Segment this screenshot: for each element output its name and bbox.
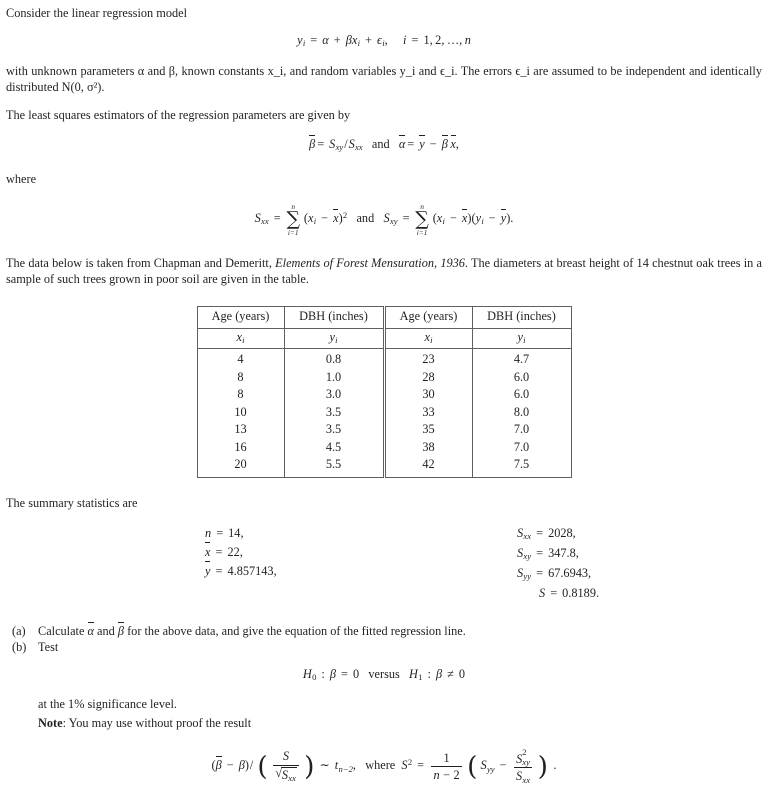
cell-age-right: 42 xyxy=(384,456,473,478)
summary-intro: The summary statistics are xyxy=(6,495,138,510)
significance-text: at the 1% significance level. xyxy=(38,696,177,711)
data-source-text-1: The data below is taken from Chapman and… xyxy=(6,256,276,271)
cell-age-left: 20 xyxy=(197,456,285,478)
cell-dbh-left: 5.5 xyxy=(284,456,386,478)
stat-n-value: 14, xyxy=(228,525,244,540)
stat-ybar: y = 4.857143, xyxy=(205,561,493,581)
col-symbol-x-2: xi xyxy=(384,328,473,350)
parameters-paragraph: with unknown parameters α and β, known c… xyxy=(0,64,768,96)
col-symbol-x-1: xi xyxy=(197,328,285,350)
cell-dbh-left: 3.0 xyxy=(284,386,386,404)
question-a: (a) Calculate α and β for the above data… xyxy=(6,621,762,639)
col-header-dbh-1: DBH (inches) xyxy=(284,306,386,329)
table-header-row: Age (years) DBH (inches) Age (years) DBH… xyxy=(197,306,571,329)
table-row: 13 3.5 35 7.0 xyxy=(197,421,571,439)
cell-dbh-left: 0.8 xyxy=(284,348,386,369)
questions-list: (a) Calculate α and β for the above data… xyxy=(0,621,768,656)
cell-age-right: 28 xyxy=(384,368,473,387)
table-row: 10 3.5 33 8.0 xyxy=(197,403,571,422)
cell-dbh-left: 3.5 xyxy=(284,421,386,439)
cell-dbh-right: 7.5 xyxy=(513,457,530,472)
stat-sxy: Sxy = 347.8, xyxy=(517,545,579,561)
summary-left-column: n = 14, x = 22, y = 4.857143, xyxy=(0,524,493,603)
cell-age-right: 35 xyxy=(384,421,473,439)
table-row: 16 4.5 38 7.0 xyxy=(197,438,571,457)
stat-xbar-value: 22, xyxy=(227,544,243,559)
hypotheses-equation: H0 : β = 0 versus H1 : β ≠ 0 xyxy=(302,666,466,683)
stat-s-value: 0.8189. xyxy=(562,585,600,600)
col-header-age-2: Age (years) xyxy=(384,306,473,329)
note-text: : You may use without proof the result xyxy=(62,716,252,731)
question-a-text: Calculate α and β for the above data, an… xyxy=(38,621,466,638)
stat-syy-value: 67.6943, xyxy=(548,565,592,580)
data-source-paragraph: The data below is taken from Chapman and… xyxy=(0,256,768,288)
cell-age-left: 8 xyxy=(197,368,285,387)
note-line: Note: You may use without proof the resu… xyxy=(0,715,768,732)
summary-statistics: n = 14, x = 22, y = 4.857143, Sxx = 2028… xyxy=(0,524,768,603)
stat-sxx: Sxx = 2028, xyxy=(517,525,576,541)
summary-right-column: Sxx = 2028, Sxy = 347.8, Syy = 67.6943, … xyxy=(493,524,599,603)
cell-dbh-right: 8.0 xyxy=(513,404,530,419)
stat-s: S = 0.8189. xyxy=(539,585,600,600)
table-row: 8 1.0 28 6.0 xyxy=(197,368,571,387)
table-symbol-row: xi yi xi yi xyxy=(197,328,571,350)
significance-line: at the 1% significance level. xyxy=(0,696,768,713)
question-b: (b) Test xyxy=(6,639,762,655)
intro-paragraph: Consider the linear regression model xyxy=(6,6,187,20)
where-label: where xyxy=(6,171,37,186)
cell-dbh-left: 1.0 xyxy=(284,368,386,387)
sums-equation: Sxx = n ∑ i=1 (xi − x)2 and Sxy = n ∑ i=1 (x… xyxy=(254,201,514,237)
result-formula: (β − β)/ ( S Sxx ) ∼ tn−2, where S2 = 1 … xyxy=(0,747,768,785)
col-header-age-1: Age (years) xyxy=(197,306,285,329)
data-source-citation: Elements of Forest Mensuration, 1936 xyxy=(275,256,465,271)
stat-sxy-value: 347.8, xyxy=(548,545,579,560)
stat-ybar-value: 4.857143, xyxy=(227,564,277,579)
table-row: 4 0.8 23 4.7 xyxy=(197,348,571,369)
estimators-equation: β = Sxy/Sxx and α = y − β x, xyxy=(309,134,459,153)
parameters-text: with unknown parameters α and β, known c… xyxy=(6,64,762,94)
data-table-container: Age (years) DBH (inches) Age (years) DBH… xyxy=(0,306,768,478)
stat-n: n = 14, xyxy=(205,525,244,540)
model-equation: yi = α + βxi + ϵi, i = 1, 2, …, n xyxy=(297,32,471,49)
cell-age-left: 10 xyxy=(197,403,285,422)
cell-age-right: 30 xyxy=(384,386,473,404)
table-body: 4 0.8 23 4.7 8 1.0 28 6.0 8 3.0 30 6.0 1… xyxy=(197,348,571,478)
cell-age-right: 38 xyxy=(384,438,473,457)
cell-age-left: 16 xyxy=(197,438,285,457)
table-row: 8 3.0 30 6.0 xyxy=(197,386,571,404)
cell-dbh-left: 3.5 xyxy=(284,403,386,422)
table-row: 20 5.5 42 7.5 xyxy=(197,456,571,478)
cell-age-left: 4 xyxy=(197,348,285,369)
question-b-text: Test xyxy=(38,640,59,655)
cell-age-left: 8 xyxy=(197,386,285,404)
cell-dbh-right: 6.0 xyxy=(513,369,530,384)
cell-age-right: 23 xyxy=(384,348,473,369)
col-header-dbh-2: DBH (inches) xyxy=(472,306,571,329)
note-label: Note xyxy=(38,716,63,731)
document-page: Consider the linear regression model yi … xyxy=(0,0,768,785)
col-symbol-y-2: yi xyxy=(472,328,571,350)
cell-dbh-right: 7.0 xyxy=(513,439,530,454)
cell-dbh-left: 4.5 xyxy=(284,438,386,457)
cell-dbh-right: 6.0 xyxy=(513,387,530,402)
stat-xbar: x = 22, xyxy=(205,541,493,562)
cell-age-left: 13 xyxy=(197,421,285,439)
cell-dbh-right: 7.0 xyxy=(513,422,530,437)
question-b-label: (b) xyxy=(12,640,27,655)
question-a-label: (a) xyxy=(12,623,26,638)
estimators-paragraph: The least squares estimators of the regr… xyxy=(6,107,351,122)
stat-sxx-value: 2028, xyxy=(548,525,576,540)
stat-syy: Syy = 67.6943, xyxy=(517,565,592,581)
col-symbol-y-1: yi xyxy=(284,328,386,350)
cell-dbh-right: 4.7 xyxy=(513,352,530,367)
tree-data-table: Age (years) DBH (inches) Age (years) DBH… xyxy=(196,306,572,478)
cell-age-right: 33 xyxy=(384,403,473,422)
